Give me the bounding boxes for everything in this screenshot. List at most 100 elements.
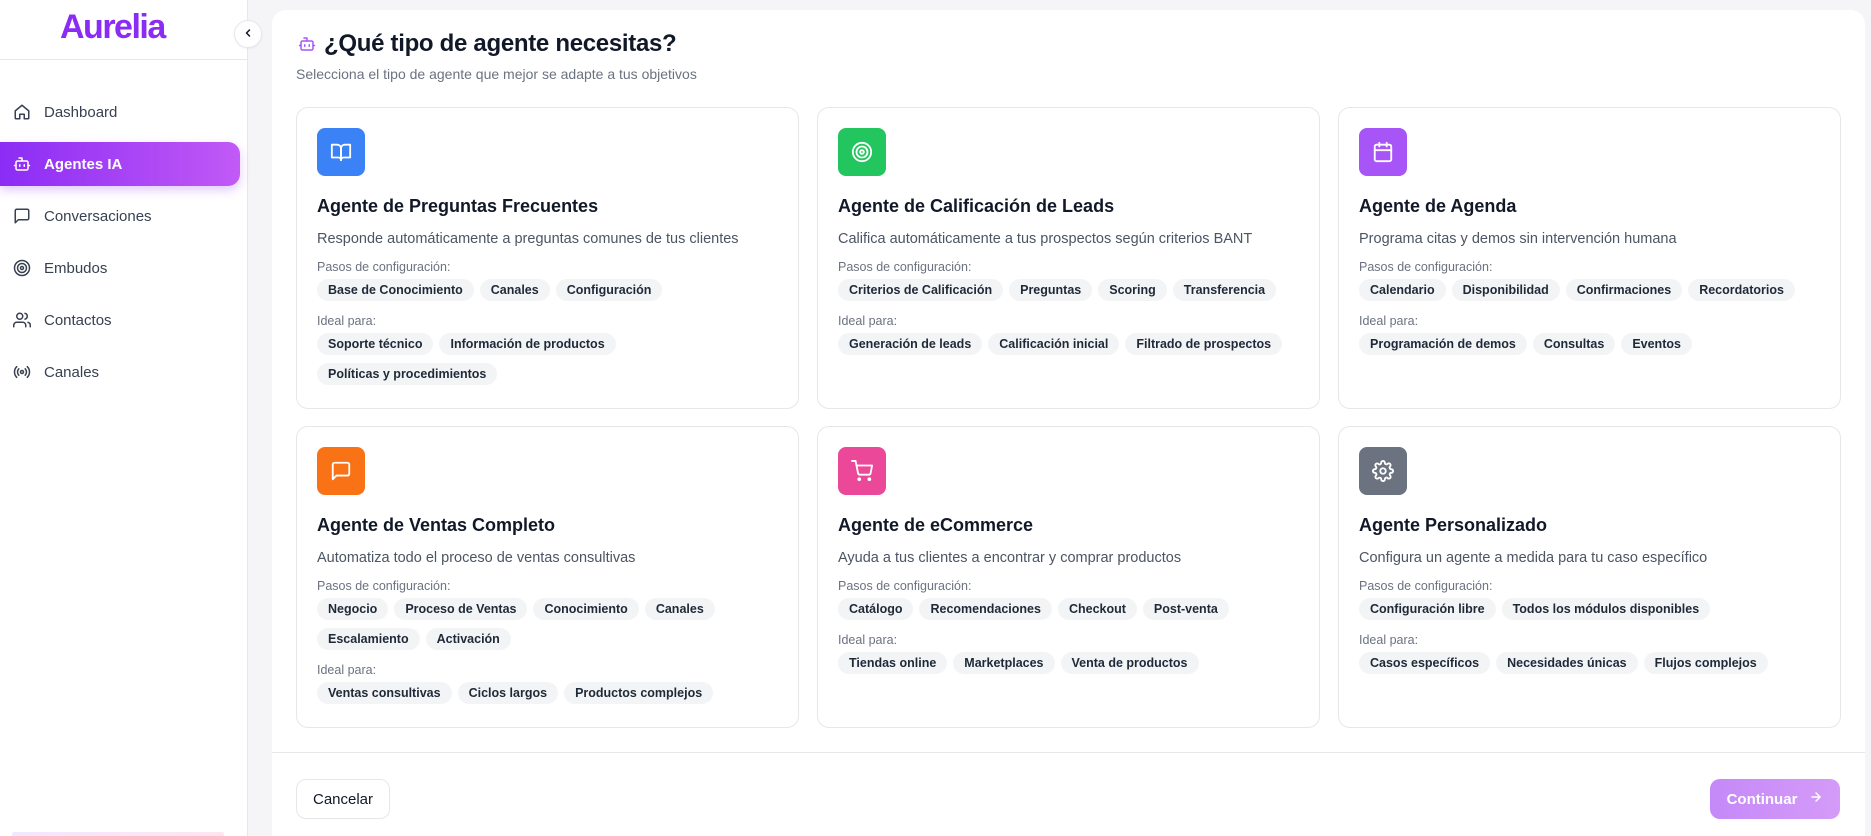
sidebar: Aurelia Dashboard Agentes IA Conversacione… xyxy=(0,0,248,836)
agent-type-card[interactable]: Agente de Agenda Programa citas y demos s… xyxy=(1338,107,1841,409)
step-chip: Configuración libre xyxy=(1359,598,1496,620)
ideal-chip: Políticas y procedimientos xyxy=(317,363,498,385)
step-chip: Checkout xyxy=(1057,598,1137,620)
card-title: Agente de eCommerce xyxy=(838,515,1034,535)
agent-type-card[interactable]: Agente Personalizado Configura un agente … xyxy=(1338,426,1841,728)
card-description: Ayuda a tus clientes a encontrar y compr… xyxy=(838,550,1182,566)
step-chip: Disponibilidad xyxy=(1451,279,1560,301)
step-chip: Confirmaciones xyxy=(1565,279,1683,301)
step-chip: Scoring xyxy=(1098,279,1167,301)
page-title: ¿Qué tipo de agente necesitas? xyxy=(324,30,677,57)
step-chip: Configuración xyxy=(555,279,663,301)
steps-chips: Base de Conocimiento Canales Configuración xyxy=(317,279,778,301)
ideal-chip: Productos complejos xyxy=(564,682,714,704)
agent-type-card[interactable]: Agente de Calificación de Leads Califica … xyxy=(817,107,1320,409)
sidebar-item-embudos[interactable]: Embudos xyxy=(0,246,240,290)
card-description: Automatiza todo el proceso de ventas con… xyxy=(317,550,636,566)
agent-type-card[interactable]: Agente de eCommerce Ayuda a tus clientes … xyxy=(817,426,1320,728)
step-chip: Escalamiento xyxy=(317,628,420,650)
arrow-right-icon xyxy=(1809,790,1823,808)
steps-label: Pasos de configuración: xyxy=(838,260,972,274)
settings-icon xyxy=(1359,447,1407,495)
ideal-label: Ideal para: xyxy=(1359,633,1419,647)
agent-type-card[interactable]: Agente de Ventas Completo Automatiza todo… xyxy=(296,426,799,728)
steps-label: Pasos de configuración: xyxy=(838,579,972,593)
shopping-cart-icon xyxy=(838,447,886,495)
steps-chips: Catálogo Recomendaciones Checkout Post-vent… xyxy=(838,598,1299,620)
bot-icon xyxy=(12,154,32,174)
page-header: ¿Qué tipo de agente necesitas? Seleccion… xyxy=(296,30,697,82)
continue-label: Continuar xyxy=(1726,790,1798,808)
ideal-chip: Tiendas online xyxy=(838,652,948,674)
step-chip: Activación xyxy=(425,628,511,650)
ideal-chips: Tiendas online Marketplaces Venta de produ… xyxy=(838,652,1299,674)
ideal-chip: Marketplaces xyxy=(953,652,1055,674)
sidebar-item-label: Agentes IA xyxy=(44,155,123,173)
sidebar-item-label: Contactos xyxy=(44,311,112,329)
ideal-label: Ideal para: xyxy=(1359,314,1419,328)
users-icon xyxy=(12,310,32,330)
card-description: Califica automáticamente a tus prospecto… xyxy=(838,231,1253,247)
collapse-sidebar-button[interactable] xyxy=(234,20,262,48)
calendar-icon xyxy=(1359,128,1407,176)
ideal-chip: Ventas consultivas xyxy=(317,682,452,704)
ideal-label: Ideal para: xyxy=(838,314,898,328)
ideal-label: Ideal para: xyxy=(838,633,898,647)
ideal-chips: Soporte técnico Información de productos P… xyxy=(317,333,778,385)
step-chip: Calendario xyxy=(1359,279,1446,301)
book-open-icon xyxy=(317,128,365,176)
agent-type-card[interactable]: Agente de Preguntas Frecuentes Responde a… xyxy=(296,107,799,409)
card-title: Agente de Agenda xyxy=(1359,196,1517,216)
steps-chips: Configuración libre Todos los módulos dis… xyxy=(1359,598,1820,620)
step-chip: Catálogo xyxy=(838,598,914,620)
ideal-chips: Ventas consultivas Ciclos largos Productos… xyxy=(317,682,778,704)
page-subtitle: Selecciona el tipo de agente que mejor s… xyxy=(296,66,697,82)
step-chip: Negocio xyxy=(317,598,389,620)
step-chip: Canales xyxy=(479,279,550,301)
sidebar-item-canales[interactable]: Canales xyxy=(0,350,240,394)
step-chip: Preguntas xyxy=(1009,279,1093,301)
sidebar-item-label: Embudos xyxy=(44,259,108,277)
steps-chips: Criterios de Calificación Preguntas Scorin… xyxy=(838,279,1299,301)
chevron-left-icon xyxy=(242,27,254,42)
brand-logo[interactable]: Aurelia xyxy=(60,8,166,47)
ideal-chip: Ciclos largos xyxy=(457,682,559,704)
target-icon xyxy=(838,128,886,176)
step-chip: Post-venta xyxy=(1142,598,1229,620)
sidebar-item-contactos[interactable]: Contactos xyxy=(0,298,240,342)
ideal-chips: Generación de leads Calificación inicial F… xyxy=(838,333,1299,355)
cancel-button[interactable]: Cancelar xyxy=(296,779,390,819)
ideal-chip: Generación de leads xyxy=(838,333,983,355)
ideal-chip: Consultas xyxy=(1532,333,1616,355)
ideal-chip: Filtrado de prospectos xyxy=(1125,333,1283,355)
card-description: Responde automáticamente a preguntas com… xyxy=(317,231,739,247)
sidebar-item-label: Canales xyxy=(44,363,100,381)
home-icon xyxy=(12,102,32,122)
step-chip: Criterios de Calificación xyxy=(838,279,1004,301)
step-chip: Conocimiento xyxy=(533,598,639,620)
main-panel: ¿Qué tipo de agente necesitas? Seleccion… xyxy=(272,10,1865,836)
footer-bar: Cancelar Continuar xyxy=(272,752,1865,836)
steps-chips: Calendario Disponibilidad Confirmaciones Re… xyxy=(1359,279,1820,301)
ideal-chip: Flujos complejos xyxy=(1643,652,1768,674)
sidebar-item-agentes-ia[interactable]: Agentes IA xyxy=(0,142,240,186)
ideal-label: Ideal para: xyxy=(317,663,377,677)
steps-label: Pasos de configuración: xyxy=(1359,260,1493,274)
sidebar-item-conversaciones[interactable]: Conversaciones xyxy=(0,194,240,238)
ideal-chip: Eventos xyxy=(1621,333,1692,355)
card-title: Agente de Calificación de Leads xyxy=(838,196,1115,216)
message-square-icon xyxy=(317,447,365,495)
sidebar-item-label: Dashboard xyxy=(44,103,118,121)
step-chip: Base de Conocimiento xyxy=(317,279,474,301)
step-chip: Recomendaciones xyxy=(919,598,1052,620)
card-description: Programa citas y demos sin intervención … xyxy=(1359,231,1677,247)
continue-button[interactable]: Continuar xyxy=(1710,779,1840,819)
bot-icon xyxy=(296,33,318,55)
sidebar-item-dashboard[interactable]: Dashboard xyxy=(0,90,240,134)
steps-label: Pasos de configuración: xyxy=(1359,579,1493,593)
card-title: Agente de Ventas Completo xyxy=(317,515,556,535)
brand-header: Aurelia xyxy=(0,0,247,60)
ideal-chip: Información de productos xyxy=(439,333,616,355)
card-title: Agente de Preguntas Frecuentes xyxy=(317,196,599,216)
card-title: Agente Personalizado xyxy=(1359,515,1548,535)
